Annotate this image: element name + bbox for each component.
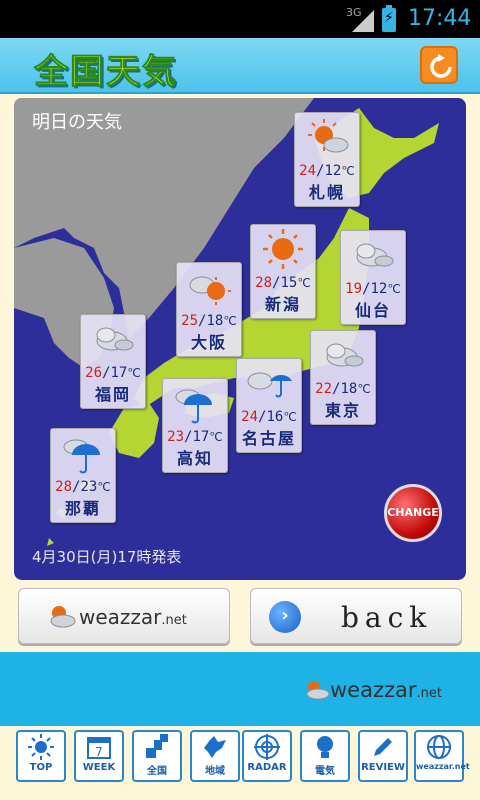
nav-nationwide[interactable]: 全国 [132,730,182,782]
city-card-tokyo[interactable]: 22/18℃ 東京 [310,330,376,425]
forecast-issued-time: 4月30日(月)17時発表 [32,548,182,566]
globe-icon [416,732,462,762]
nav-electricity[interactable]: 電気 [300,730,350,782]
back-label: back [341,601,433,634]
battery-icon: ⚡ [382,5,396,32]
city-name: 仙台 [354,301,391,320]
city-card-osaka[interactable]: 25/18℃ 大阪 [176,262,242,357]
cloudy-rain-icon [237,359,301,409]
nav-radar[interactable]: RADAR [242,730,292,782]
bottom-nav: TOP 7 WEEK 全国 地域 RADAR 電気 REVIEW weazzar… [0,726,480,800]
calendar-icon: 7 [76,732,122,762]
radar-icon [244,732,290,762]
sunny-cloudy-icon [295,113,359,163]
cloudy-icon [81,315,145,365]
signal-icon [352,10,374,32]
map-icon [134,732,180,762]
change-button[interactable]: CHANGE [384,484,442,542]
city-card-kochi[interactable]: 23/17℃ 高知 [162,378,228,473]
weazzar-brand: weazzar.net [79,605,187,629]
nav-weazzar[interactable]: weazzar.net [414,730,470,782]
nav-review[interactable]: REVIEW [358,730,408,782]
city-name: 高知 [176,449,213,468]
ad-brand: weazzar.net [330,678,442,702]
cloudy-sunny-icon [177,263,241,313]
rain-icon [51,429,115,479]
weather-map: 明日の天気 24/12℃ 札幌 28/15℃ 新潟 19/12℃ 仙台 25/1… [14,98,466,580]
weazzar-logo-icon [306,681,330,700]
clock: 17:44 [408,6,472,31]
cloudy-icon [341,231,405,281]
arrow-right-icon: › [269,601,301,633]
city-name: 福岡 [94,385,131,404]
nav-top[interactable]: TOP [16,730,66,782]
rain-icon [163,379,227,429]
weazzar-button[interactable]: weazzar.net [18,588,230,644]
city-card-sendai[interactable]: 19/12℃ 仙台 [340,230,406,325]
ad-banner[interactable]: weazzar.net [0,652,480,726]
sun-icon [18,732,64,762]
map-title: 明日の天気 [32,112,122,133]
city-card-naha[interactable]: 28/23℃ 那覇 [50,428,116,523]
city-card-niigata[interactable]: 28/15℃ 新潟 [250,224,316,319]
refresh-button[interactable] [420,46,458,84]
refresh-icon [430,54,452,78]
cloudy-icon [311,331,375,381]
city-card-fukuoka[interactable]: 26/17℃ 福岡 [80,314,146,409]
city-name: 札幌 [308,183,345,202]
sunny-icon [251,225,315,275]
city-card-nagoya[interactable]: 24/16℃ 名古屋 [236,358,302,453]
status-bar: 3G ⚡ 17:44 [0,0,480,38]
city-name: 名古屋 [241,429,296,448]
page-title: 全国天気 [34,52,178,93]
hokkaido-icon [192,732,238,762]
weazzar-logo-icon [50,606,76,628]
city-name: 東京 [324,401,361,420]
svg-text:7: 7 [95,745,103,759]
city-card-sapporo[interactable]: 24/12℃ 札幌 [294,112,360,207]
nav-region[interactable]: 地域 [190,730,240,782]
app-header: 全国天気 [0,38,480,94]
nav-week[interactable]: 7 WEEK [74,730,124,782]
pencil-icon [360,732,406,762]
city-name: 那覇 [64,499,101,518]
city-name: 大阪 [190,333,227,352]
back-button[interactable]: › back [250,588,462,644]
city-name: 新潟 [264,295,301,314]
bulb-icon [302,732,348,762]
